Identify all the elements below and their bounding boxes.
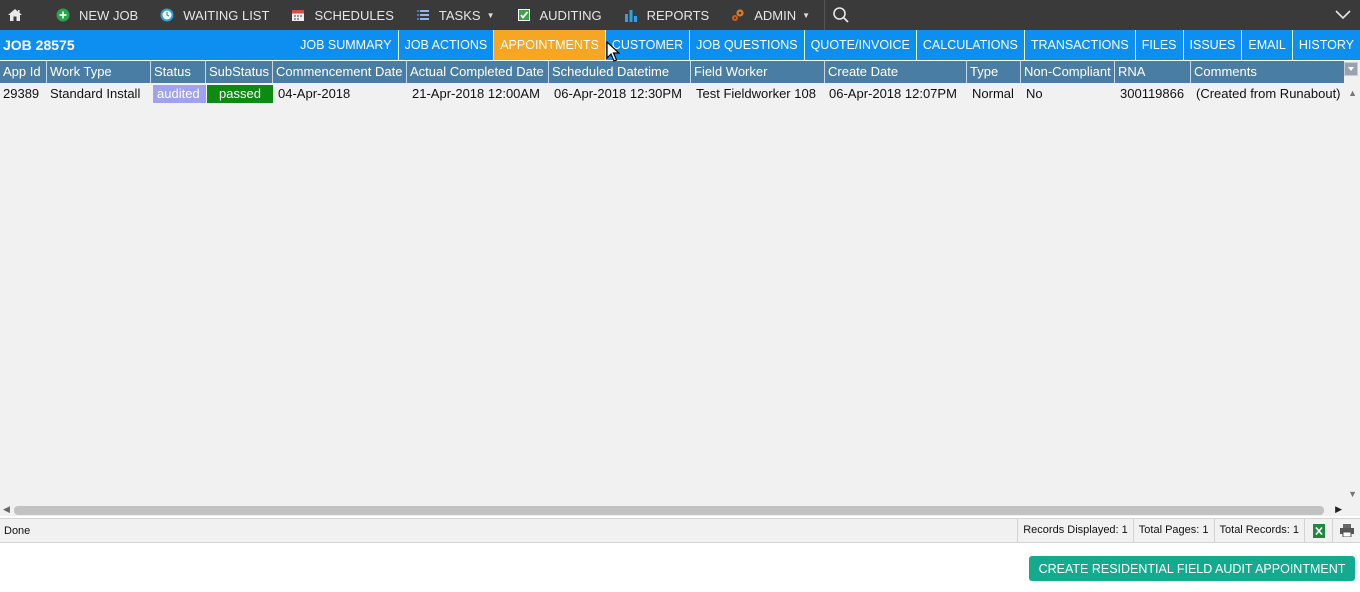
records-displayed: Records Displayed: 1: [1017, 518, 1133, 543]
nav-auditing[interactable]: AUDITING: [507, 0, 614, 30]
nav-schedules[interactable]: SCHEDULES: [281, 0, 405, 30]
tab-files[interactable]: FILES: [1134, 30, 1183, 60]
status-bar: Done Records Displayed: 1 Total Pages: 1…: [0, 518, 1360, 543]
column-header[interactable]: Type: [967, 61, 1021, 83]
nav-reports[interactable]: REPORTS: [614, 0, 722, 30]
scroll-right-arrow[interactable]: ▶: [1335, 504, 1342, 515]
search-button[interactable]: [827, 0, 855, 30]
chevron-down-icon: [1335, 10, 1351, 20]
mouse-pointer-icon: [606, 40, 621, 63]
job-tabs: JOB SUMMARY JOB ACTIONS APPOINTMENTS CUS…: [294, 30, 1360, 60]
tab-quote-invoice[interactable]: QUOTE/INVOICE: [803, 30, 916, 60]
scroll-down-arrow[interactable]: ▼: [1348, 489, 1357, 499]
tab-appointments[interactable]: APPOINTMENTS: [493, 30, 605, 60]
calendar-icon: [291, 8, 305, 22]
home-icon: [8, 9, 22, 21]
column-header[interactable]: SubStatus: [206, 61, 273, 83]
column-header[interactable]: Non-Compliant: [1021, 61, 1115, 83]
tab-job-summary[interactable]: JOB SUMMARY: [294, 30, 397, 60]
nav-new-job-label: NEW JOB: [79, 7, 139, 23]
chevron-down-icon: ▼: [802, 10, 811, 20]
rna-cell: 300119866: [1120, 86, 1185, 101]
column-header[interactable]: App Id: [0, 61, 47, 83]
work-type-cell: Standard Install: [50, 86, 141, 101]
scroll-up-arrow[interactable]: ▲: [1348, 88, 1357, 98]
column-header[interactable]: Actual Completed Date: [407, 61, 549, 83]
column-header[interactable]: Comments: [1191, 61, 1344, 83]
column-header[interactable]: RNA: [1115, 61, 1191, 83]
tab-email[interactable]: EMAIL: [1241, 30, 1292, 60]
table-row[interactable]: 29389 Standard Install audited passed 04…: [0, 83, 1346, 104]
substatus-cell: passed: [206, 83, 273, 104]
nav-auditing-label: AUDITING: [539, 7, 602, 23]
grid-header: App Id Work Type Status SubStatus Commen…: [0, 61, 1344, 83]
plus-circle-icon: [56, 8, 70, 22]
clock-icon: [160, 8, 174, 22]
job-title: JOB 28575: [3, 37, 75, 53]
job-header: JOB 28575 JOB SUMMARY JOB ACTIONS APPOIN…: [0, 30, 1360, 60]
chevron-down-icon: [1348, 67, 1354, 71]
comments-cell: (Created from Runabout): [1196, 86, 1341, 101]
scrollbar-thumb[interactable]: [14, 506, 1324, 515]
nav-waiting-list[interactable]: WAITING LIST: [150, 0, 281, 30]
tab-issues[interactable]: ISSUES: [1182, 30, 1242, 60]
export-excel-button[interactable]: [1304, 518, 1332, 543]
home-button[interactable]: [0, 0, 30, 30]
scheduled-datetime-cell: 06-Apr-2018 12:30PM: [554, 86, 682, 101]
nav-divider: [824, 0, 826, 30]
create-date-cell: 06-Apr-2018 12:07PM: [829, 86, 957, 101]
chevron-down-icon: ▼: [486, 10, 495, 20]
status-text: Done: [4, 524, 31, 537]
tab-transactions[interactable]: TRANSACTIONS: [1023, 30, 1135, 60]
nav-admin[interactable]: ADMIN ▼: [721, 0, 822, 30]
scroll-left-arrow[interactable]: ◀: [3, 504, 10, 515]
tab-calculations[interactable]: CALCULATIONS: [915, 30, 1024, 60]
column-header[interactable]: Status: [151, 61, 206, 83]
total-records: Total Records: 1: [1213, 518, 1304, 543]
status-badge: audited: [153, 85, 206, 103]
tab-job-questions[interactable]: JOB QUESTIONS: [689, 30, 803, 60]
printer-icon: [1339, 524, 1354, 537]
nav-tasks-label: TASKS: [438, 7, 481, 23]
horizontal-scrollbar[interactable]: ◀ ▶: [0, 502, 1346, 518]
search-icon: [833, 7, 849, 23]
column-header[interactable]: Field Worker: [691, 61, 825, 83]
nav-tasks[interactable]: TASKS ▼: [406, 0, 507, 30]
app-id-cell: 29389: [3, 86, 40, 101]
column-header[interactable]: Commencement Date: [273, 61, 407, 83]
bar-chart-icon: [624, 8, 638, 22]
list-icon: [416, 8, 430, 22]
nav-waiting-list-label: WAITING LIST: [183, 7, 270, 23]
nav-reports-label: REPORTS: [646, 7, 710, 23]
column-menu-button[interactable]: [1344, 62, 1358, 76]
column-header[interactable]: Scheduled Datetime: [549, 61, 691, 83]
collapse-menu-button[interactable]: [1334, 6, 1352, 24]
tab-job-actions[interactable]: JOB ACTIONS: [397, 30, 494, 60]
tab-history[interactable]: HISTORY: [1291, 30, 1360, 60]
create-audit-appointment-button[interactable]: CREATE RESIDENTIAL FIELD AUDIT APPOINTME…: [1029, 556, 1355, 581]
status-cell: audited: [151, 83, 206, 104]
print-button[interactable]: [1332, 518, 1360, 543]
column-header[interactable]: Work Type: [47, 61, 151, 83]
column-header[interactable]: Create Date: [825, 61, 967, 83]
non-compliant-cell: No: [1026, 86, 1043, 101]
top-nav: NEW JOB WAITING LIST SCHEDULES TASKS ▼ A…: [0, 0, 1360, 30]
nav-schedules-label: SCHEDULES: [314, 7, 394, 23]
field-worker-cell: Test Fieldworker 108: [696, 86, 816, 101]
gears-icon: [731, 8, 745, 22]
substatus-badge: passed: [207, 85, 273, 103]
nav-admin-label: ADMIN: [754, 7, 797, 23]
total-pages: Total Pages: 1: [1132, 518, 1214, 543]
commencement-date-cell: 04-Apr-2018: [278, 86, 351, 101]
excel-icon: [1312, 523, 1325, 538]
type-cell: Normal: [972, 86, 1014, 101]
actual-completed-date-cell: 21-Apr-2018 12:00AM: [412, 86, 540, 101]
appointments-grid: App Id Work Type Status SubStatus Commen…: [0, 61, 1360, 516]
checkbox-icon: [517, 8, 531, 22]
nav-new-job[interactable]: NEW JOB: [46, 0, 150, 30]
